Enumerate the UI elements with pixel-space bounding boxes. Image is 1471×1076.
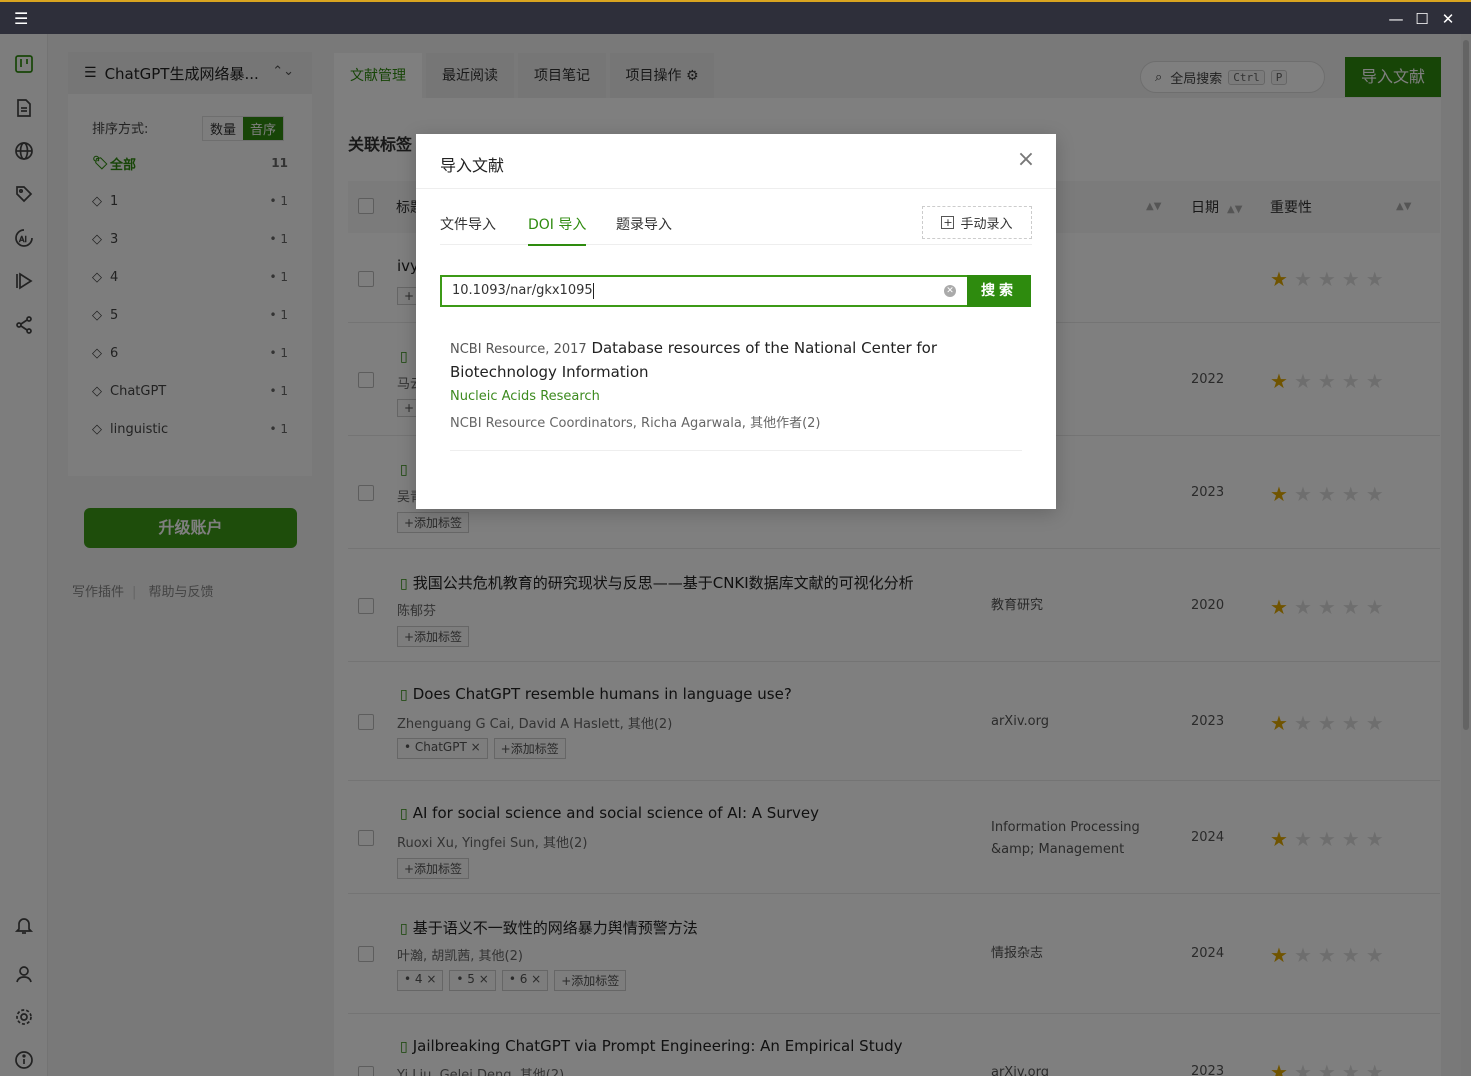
search-button[interactable]: 搜索	[967, 275, 1031, 307]
manual-entry-label: 手动录入	[960, 217, 1013, 232]
tab-doi-import[interactable]: DOI 导入	[528, 214, 587, 246]
menu-icon[interactable]: ☰	[14, 11, 32, 27]
maximize-icon[interactable]: ☐	[1412, 9, 1432, 29]
import-tabs: 文件导入 DOI 导入 题录导入 + 手动录入	[440, 204, 1032, 246]
result-title: NCBI Resource, 2017 Database resources o…	[450, 337, 1022, 383]
result-journal: Nucleic Acids Research	[450, 389, 600, 404]
clear-input-icon[interactable]: ✕	[944, 285, 956, 297]
title-bar: ☰ — ☐ ✕	[0, 0, 1471, 34]
minimize-icon[interactable]: —	[1386, 9, 1406, 29]
tab-citation-import[interactable]: 题录导入	[616, 214, 672, 244]
search-result-item[interactable]: NCBI Resource, 2017 Database resources o…	[450, 337, 1022, 451]
close-icon[interactable]: ×	[1014, 148, 1038, 172]
dialog-header: 导入文献 ×	[416, 134, 1056, 189]
close-window-icon[interactable]: ✕	[1438, 9, 1458, 29]
plus-icon: +	[941, 216, 955, 229]
result-prefix: NCBI Resource, 2017	[450, 342, 587, 357]
import-dialog: 导入文献 × 文件导入 DOI 导入 题录导入 + 手动录入 10.1093/n…	[416, 134, 1056, 509]
doi-input[interactable]: 10.1093/nar/gkx1095	[440, 275, 968, 307]
result-authors: NCBI Resource Coordinators, Richa Agarwa…	[450, 416, 821, 431]
dialog-title: 导入文献	[440, 156, 505, 175]
tab-file-import[interactable]: 文件导入	[440, 214, 496, 244]
manual-entry-button[interactable]: + 手动录入	[922, 206, 1032, 239]
